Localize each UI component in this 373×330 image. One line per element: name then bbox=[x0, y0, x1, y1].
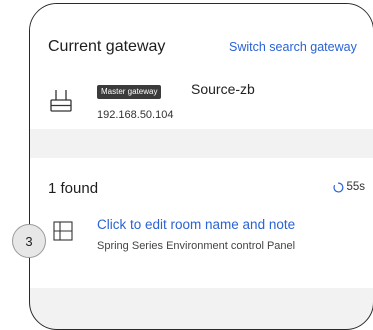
found-devices-card: 1 found 55s Click to edit room name and … bbox=[30, 158, 373, 288]
current-gateway-title: Current gateway bbox=[48, 38, 166, 55]
gateway-name: Source-zb bbox=[191, 81, 255, 97]
step-number-marker: 3 bbox=[12, 224, 46, 258]
current-gateway-card: Current gateway Switch search gateway Ma… bbox=[30, 4, 373, 129]
panel-grid-icon bbox=[53, 221, 73, 241]
device-edit-link[interactable]: Click to edit room name and note bbox=[97, 217, 295, 232]
gateway-ip: 192.168.50.104 bbox=[97, 109, 174, 121]
gateway-icon bbox=[50, 90, 72, 112]
timer-value: 55s bbox=[346, 181, 365, 193]
device-model: Spring Series Environment control Panel bbox=[97, 240, 296, 252]
switch-search-gateway-link[interactable]: Switch search gateway bbox=[229, 40, 357, 54]
loading-spinner-icon bbox=[333, 182, 344, 192]
search-timer: 55s bbox=[333, 181, 365, 193]
phone-frame: Current gateway Switch search gateway Ma… bbox=[29, 3, 373, 330]
master-gateway-badge: Master gateway bbox=[97, 85, 162, 99]
found-count: 1 found bbox=[48, 180, 99, 197]
